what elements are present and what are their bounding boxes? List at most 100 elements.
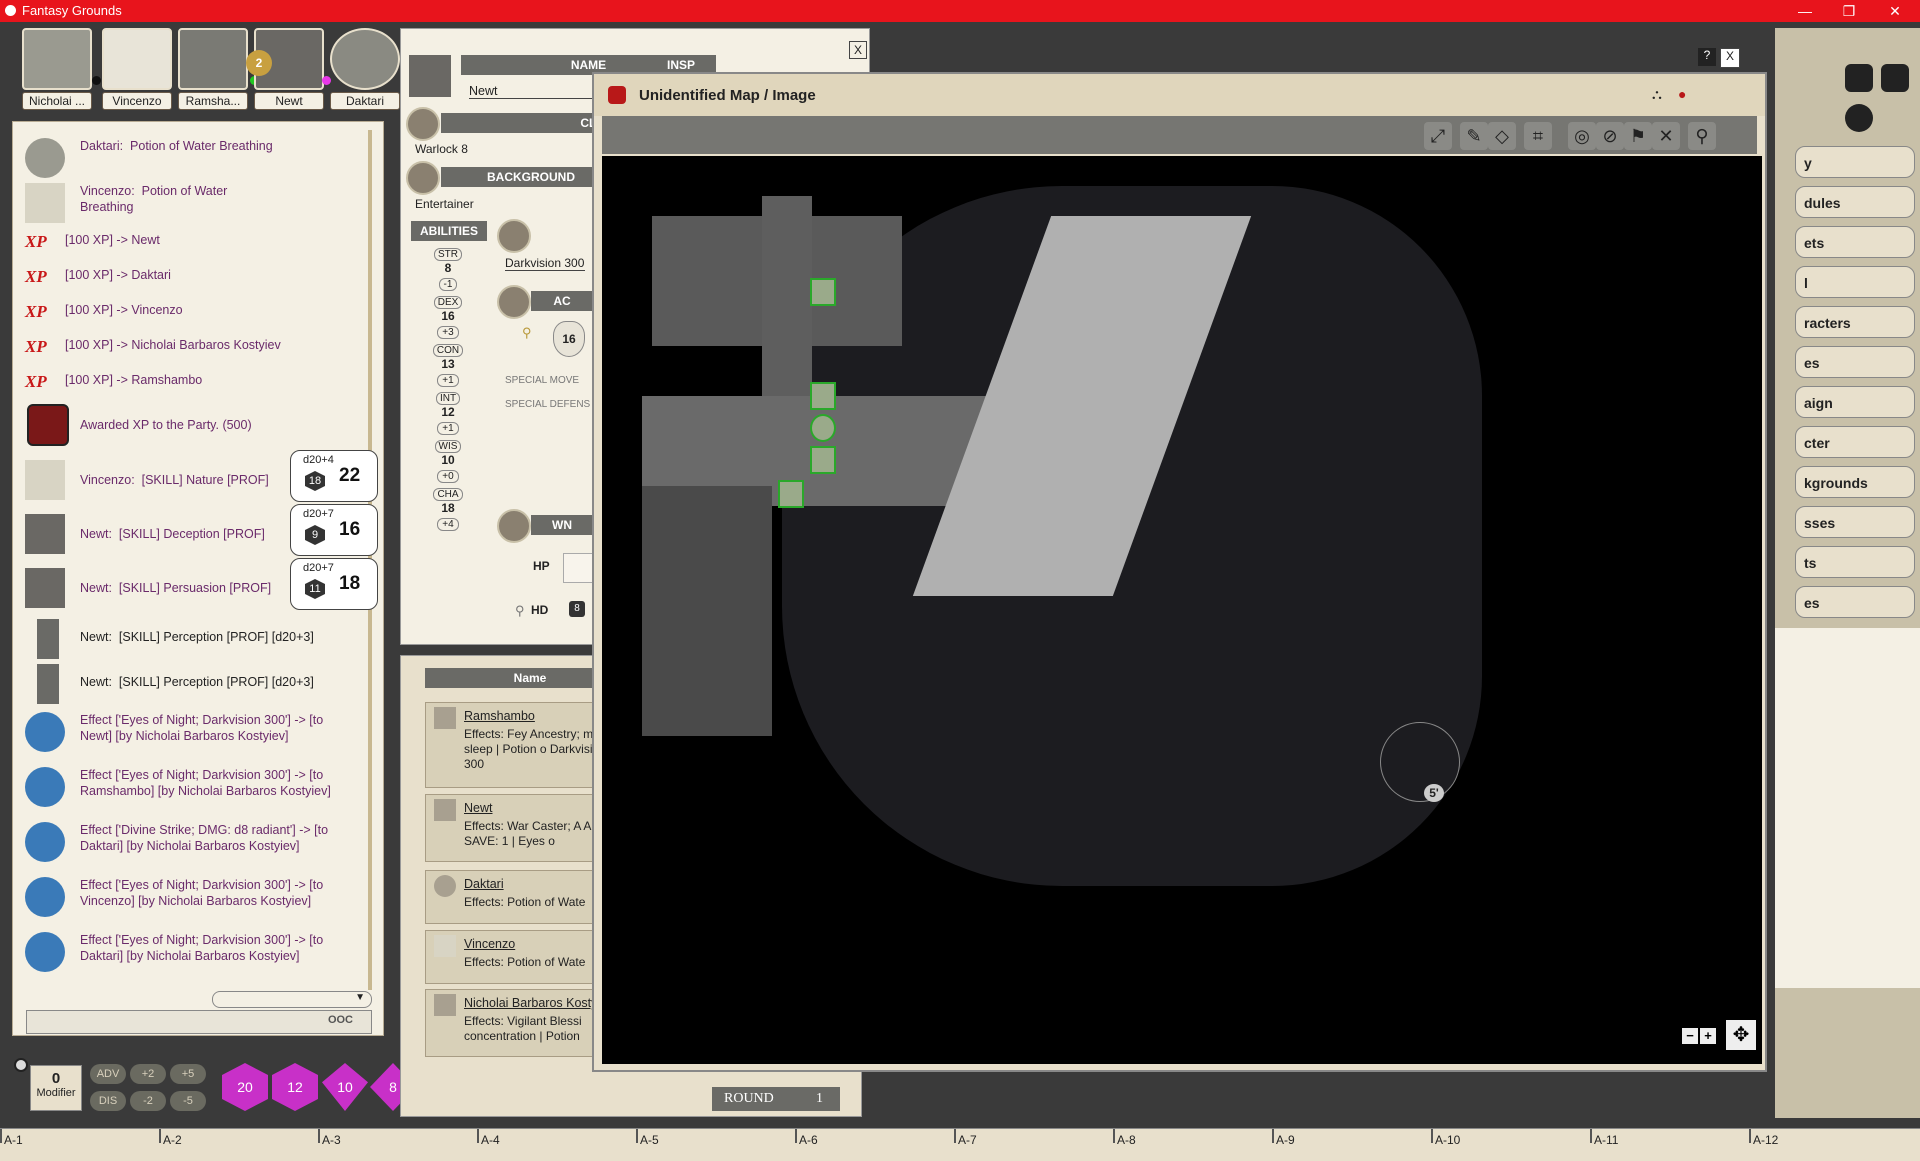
portrait-ramshambo[interactable]: Ramsha... (178, 28, 248, 110)
plus5-button[interactable]: +5 (170, 1064, 206, 1084)
hotkey-slot[interactable]: A-5 (640, 1133, 659, 1147)
combatant-name[interactable]: Daktari (464, 877, 504, 891)
token-ramshambo[interactable] (810, 382, 836, 410)
portrait-nicholai[interactable]: Nicholai ... (22, 28, 101, 110)
sidebar-tab[interactable]: cter (1795, 426, 1915, 458)
restore-icon[interactable]: ❐ (1834, 0, 1864, 22)
hotkey-slot[interactable]: A-12 (1753, 1133, 1778, 1147)
dis-button[interactable]: DIS (90, 1091, 126, 1111)
hotkey-slot[interactable]: A-4 (481, 1133, 500, 1147)
sidebar-tab[interactable]: ets (1795, 226, 1915, 258)
background-value[interactable]: Entertainer (415, 197, 474, 211)
close-icon[interactable]: X (849, 41, 867, 59)
token-nicholai[interactable] (778, 480, 804, 508)
sidebar-tab[interactable]: y (1795, 146, 1915, 178)
d20-icon[interactable]: 20 (222, 1063, 268, 1111)
target-icon[interactable]: ◎ (1568, 122, 1596, 150)
ability-con[interactable]: CON 13 +1 (428, 341, 468, 387)
magnifier-icon[interactable]: ⚲ (522, 325, 532, 341)
lock-icon[interactable]: ● (1678, 86, 1686, 102)
portrait-newt[interactable]: Newt 2 (246, 28, 331, 110)
select-icon[interactable]: ⌗ (1524, 122, 1552, 150)
sidebar-tab[interactable]: sses (1795, 506, 1915, 538)
class-value[interactable]: Warlock 8 (415, 142, 468, 156)
combatant-name[interactable]: Vincenzo (464, 937, 515, 951)
erase-icon[interactable]: ◇ (1488, 122, 1516, 150)
hotkey-slot[interactable]: A-9 (1276, 1133, 1295, 1147)
token-vincenzo[interactable] (810, 446, 836, 474)
close-icon[interactable]: X (1720, 48, 1740, 68)
gear-icon[interactable] (14, 1058, 28, 1072)
minus5-button[interactable]: -5 (170, 1091, 206, 1111)
hotkey-slot[interactable]: A-11 (1594, 1133, 1618, 1147)
gear-icon[interactable] (1845, 104, 1873, 132)
senses-field[interactable]: Darkvision 300 (505, 256, 585, 271)
ability-cha[interactable]: CHA 18 +4 (428, 485, 468, 531)
sidebar-tab[interactable]: es (1795, 586, 1915, 618)
sidebar-tab[interactable]: racters (1795, 306, 1915, 338)
recenter-icon[interactable]: ✥ (1726, 1020, 1756, 1050)
close-icon[interactable]: ✕ (1880, 0, 1910, 22)
pointer-circle (1380, 722, 1460, 802)
hotkey-slot[interactable]: A-8 (1117, 1133, 1136, 1147)
hit-dice-value[interactable]: 8 (569, 601, 585, 617)
chat-input[interactable]: OOC (26, 1010, 372, 1034)
hotkey-slot[interactable]: A-10 (1435, 1133, 1460, 1147)
ability-int[interactable]: INT 12 +1 (428, 389, 468, 435)
ac-value[interactable]: 16 (553, 321, 585, 357)
draw-icon[interactable]: ✎ (1460, 122, 1488, 150)
sidebar-tab[interactable]: es (1795, 346, 1915, 378)
ability-score: 12 (441, 405, 455, 419)
magnifier-icon[interactable]: ⚲ (515, 603, 525, 619)
dice-roll-result: d20+4 18 22 (290, 450, 378, 502)
plus2-button[interactable]: +2 (130, 1064, 166, 1084)
fullscreen-icon[interactable]: ⤢ (1424, 122, 1452, 150)
wounds-header: WN (531, 515, 593, 535)
combatant-name[interactable]: Ramshambo (464, 709, 535, 723)
flag-icon[interactable]: ⚑ (1624, 122, 1652, 150)
modifier-box[interactable]: 0 Modifier (30, 1065, 82, 1111)
portrait-daktari[interactable]: Daktari (330, 28, 400, 110)
image-icon (608, 86, 626, 104)
zoom-in-icon[interactable]: + (1700, 1028, 1716, 1044)
combatant-name[interactable]: Newt (464, 801, 492, 815)
ability-str[interactable]: STR 8 -1 (428, 245, 468, 291)
sidebar-tab[interactable]: kgrounds (1795, 466, 1915, 498)
ability-dex[interactable]: DEX 16 +3 (428, 293, 468, 339)
help-icon[interactable]: ? (1698, 48, 1716, 66)
clear-icon[interactable]: ✕ (1652, 122, 1680, 150)
hotkey-slot[interactable]: A-2 (163, 1133, 182, 1147)
round-value[interactable]: 1 (816, 1087, 823, 1111)
hotkey-slot[interactable]: A-1 (4, 1133, 23, 1147)
sidebar-tab[interactable]: dules (1795, 186, 1915, 218)
hotkey-slot[interactable]: A-7 (958, 1133, 977, 1147)
sidebar-tab[interactable]: aign (1795, 386, 1915, 418)
sidebar-tab[interactable]: l (1795, 266, 1915, 298)
zoom-out-icon[interactable]: − (1682, 1028, 1698, 1044)
pin-icon[interactable]: ⚲ (1688, 122, 1716, 150)
combatant-name[interactable]: Nicholai Barbaros Kosty (464, 996, 604, 1010)
calendar-icon[interactable] (1845, 64, 1873, 92)
chat-mode-select[interactable]: ▼ (212, 991, 372, 1008)
no-target-icon[interactable]: ⊘ (1596, 122, 1624, 150)
sidebar-tab[interactable]: ts (1795, 546, 1915, 578)
portrait-vincenzo[interactable]: Vincenzo (102, 28, 259, 110)
token-daktari[interactable] (810, 414, 836, 442)
minus2-button[interactable]: -2 (130, 1091, 166, 1111)
token-newt[interactable] (810, 278, 836, 306)
d12-icon[interactable]: 12 (272, 1063, 318, 1111)
map-title: Unidentified Map / Image (639, 87, 816, 104)
palette-icon[interactable] (1881, 64, 1909, 92)
ooc-toggle[interactable]: OOC (328, 1014, 353, 1026)
map-titlebar[interactable]: Unidentified Map / Image ⛬ ● ? X (594, 48, 1765, 116)
ability-wis[interactable]: WIS 10 +0 (428, 437, 468, 483)
map-canvas[interactable]: 5' − + ✥ (602, 156, 1762, 1064)
hotkey-slot[interactable]: A-3 (322, 1133, 341, 1147)
minimize-icon[interactable]: — (1790, 0, 1820, 22)
d10-icon[interactable]: 10 (322, 1063, 368, 1111)
ability-mod: +3 (437, 326, 459, 339)
share-icon[interactable]: ⛬ (1652, 86, 1662, 103)
adv-button[interactable]: ADV (90, 1064, 126, 1084)
hotkey-slot[interactable]: A-6 (799, 1133, 818, 1147)
chat-text: [SKILL] Deception [PROF] (118, 527, 265, 541)
